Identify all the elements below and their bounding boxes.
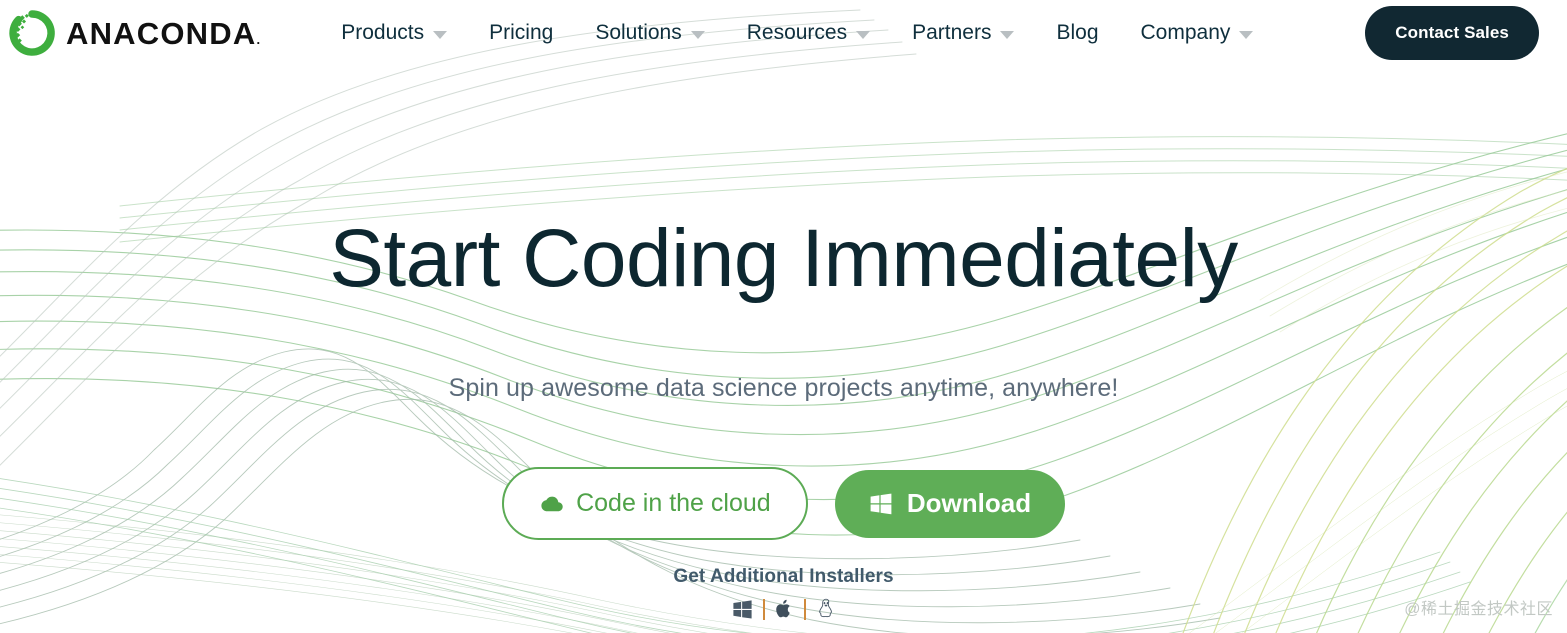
anaconda-ring-logo-icon — [9, 10, 55, 56]
download-label: Download — [906, 488, 1032, 518]
nav-item-company[interactable]: Company — [1120, 15, 1275, 51]
get-additional-installers-link[interactable]: Get Additional Installers — [673, 566, 893, 588]
nav-label: Pricing — [489, 21, 554, 44]
main-navigation: Products Pricing Solutions Resources Par… — [320, 15, 1274, 51]
windows-icon[interactable] — [732, 599, 753, 620]
linux-icon[interactable] — [816, 597, 836, 621]
chevron-down-icon — [1239, 31, 1254, 39]
code-in-the-cloud-button[interactable]: Code in the cloud — [501, 467, 808, 540]
chevron-down-icon — [1000, 31, 1015, 39]
hero-cta-row: Code in the cloud Download — [0, 467, 1567, 540]
download-button[interactable]: Download — [834, 469, 1066, 538]
site-header: ANACONDA. Products Pricing Solutions Res… — [0, 0, 1567, 66]
nav-item-solutions[interactable]: Solutions — [574, 15, 725, 51]
chevron-down-icon — [433, 31, 448, 39]
chevron-down-icon — [856, 31, 871, 39]
additional-installers-section: Get Additional Installers — [0, 566, 1567, 621]
page-title: Start Coding Immediately — [329, 213, 1238, 304]
nav-item-resources[interactable]: Resources — [726, 15, 891, 51]
chevron-down-icon — [690, 31, 705, 39]
cloud-icon — [541, 496, 563, 512]
contact-sales-label: Contact Sales — [1395, 23, 1509, 42]
nav-item-blog[interactable]: Blog — [1035, 15, 1119, 51]
hero-subtitle: Spin up awesome data science projects an… — [448, 374, 1119, 402]
nav-label: Company — [1140, 21, 1231, 44]
brand-logo[interactable]: ANACONDA. — [8, 9, 261, 57]
nav-label: Resources — [746, 21, 848, 44]
nav-label: Products — [341, 21, 425, 44]
apple-icon[interactable] — [775, 598, 794, 620]
nav-label: Partners — [912, 21, 992, 44]
os-separator — [803, 598, 806, 620]
nav-item-pricing[interactable]: Pricing — [468, 15, 574, 51]
os-separator — [762, 598, 765, 620]
nav-label: Solutions — [595, 21, 682, 44]
contact-sales-button[interactable]: Contact Sales — [1365, 6, 1539, 60]
watermark: @稀土掘金技术社区 — [1404, 601, 1553, 618]
hero-section: Start Coding Immediately Spin up awesome… — [0, 0, 1567, 633]
nav-item-partners[interactable]: Partners — [891, 15, 1035, 51]
os-icon-row — [732, 597, 836, 621]
nav-label: Blog — [1056, 21, 1099, 44]
brand-wordmark: ANACONDA. — [66, 15, 262, 51]
code-in-the-cloud-label: Code in the cloud — [576, 489, 771, 517]
nav-item-products[interactable]: Products — [320, 15, 468, 51]
windows-icon — [870, 493, 892, 514]
brand-registered-mark: . — [256, 31, 262, 47]
anaconda-landing-page: ANACONDA. Products Pricing Solutions Res… — [0, 0, 1567, 633]
